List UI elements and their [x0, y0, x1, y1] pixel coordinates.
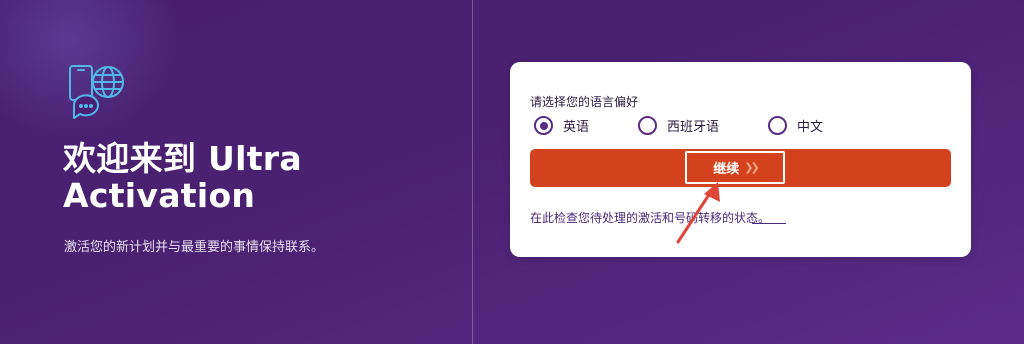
radio-option-chinese[interactable]: 中文	[768, 116, 823, 135]
continue-bar[interactable]: 继续 ❯❯	[530, 149, 951, 187]
radio-chinese[interactable]	[768, 116, 787, 135]
radio-label-spanish: 西班牙语	[667, 120, 720, 135]
phone-globe-chat-icon	[64, 62, 130, 122]
activation-status-link[interactable]: 在此检查您待处理的激活和号码转移的状态。	[530, 209, 770, 226]
radio-label-english: 英语	[563, 120, 590, 135]
link-underline	[752, 223, 786, 224]
continue-label: 继续	[713, 162, 740, 177]
double-chevron-right-icon: ❯❯	[744, 161, 760, 174]
divider	[472, 0, 473, 344]
radio-english[interactable]	[534, 116, 553, 135]
radio-label-chinese: 中文	[797, 120, 824, 135]
language-preference-label: 请选择您的语言偏好	[530, 95, 639, 109]
page-title: 欢迎来到 Ultra Activation	[63, 139, 302, 215]
radio-option-english[interactable]: 英语	[534, 116, 589, 135]
continue-button[interactable]: 继续 ❯❯	[685, 151, 785, 184]
page-subtitle: 激活您的新计划并与最重要的事情保持联系。	[64, 240, 325, 255]
radio-option-spanish[interactable]: 西班牙语	[638, 116, 719, 135]
radio-spanish[interactable]	[638, 116, 657, 135]
language-card: 请选择您的语言偏好 英语 西班牙语 中文 继续 ❯❯ 在此检查您待处理的激活和号…	[510, 62, 971, 257]
